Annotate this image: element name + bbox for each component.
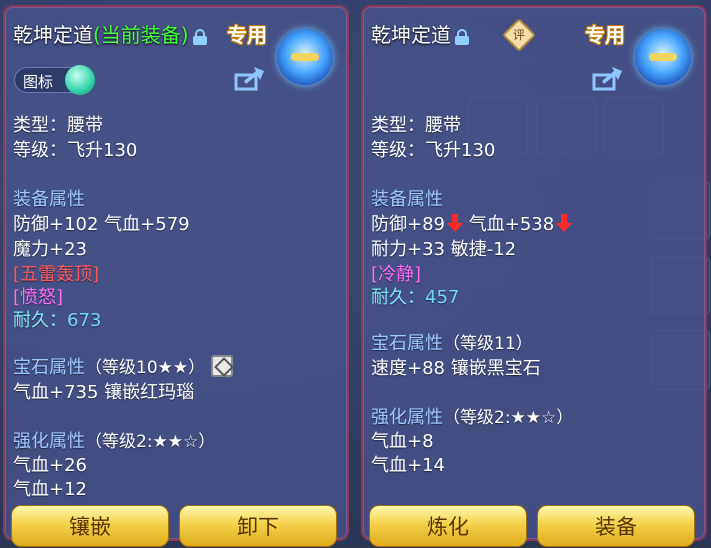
equip-button[interactable]: 装备 bbox=[537, 505, 695, 547]
share-icon[interactable] bbox=[592, 67, 622, 91]
gem-header: 宝石属性（等级10★★） bbox=[13, 353, 234, 379]
attr-line: 防御+102 气血+579 bbox=[13, 214, 190, 235]
gem-level: （等级11） bbox=[443, 334, 533, 354]
attr-value: 防御+89 bbox=[371, 214, 445, 235]
exclusive-label: 专用 bbox=[227, 23, 267, 47]
exclusive-label: 专用 bbox=[585, 23, 625, 47]
compare-item-tooltip: 乾坤定道 评 专用 类型：腰带 等级：飞升130 装备属性 防御+89 气血+5… bbox=[361, 5, 707, 547]
icon-toggle-label: 图标 bbox=[23, 73, 54, 91]
item-type: 类型：腰带 bbox=[371, 115, 461, 136]
lock-icon bbox=[455, 29, 469, 45]
enhance-line: 气血+14 bbox=[371, 455, 445, 476]
item-name: 乾坤定道 bbox=[371, 23, 451, 47]
share-icon[interactable] bbox=[234, 67, 264, 91]
durability: 耐久：457 bbox=[371, 283, 459, 309]
enhance-level: （等级2:★★☆） bbox=[443, 408, 574, 428]
attr-header: 装备属性 bbox=[371, 189, 443, 210]
attr-line: 防御+89 气血+538 bbox=[371, 210, 573, 236]
item-title: 乾坤定道 bbox=[371, 19, 469, 48]
gem-line: 气血+735 镶嵌红玛瑙 bbox=[13, 382, 195, 403]
enhance-header: 强化属性（等级2:★★☆） bbox=[371, 403, 573, 429]
gem-line: 速度+88 镶嵌黑宝石 bbox=[371, 358, 541, 379]
item-title: 乾坤定道(当前装备) bbox=[13, 19, 207, 48]
durability-label: 耐久： bbox=[371, 287, 425, 308]
enhance-line: 气血+12 bbox=[13, 479, 87, 500]
durability: 耐久：673 bbox=[13, 306, 101, 332]
attr-value: 气血+538 bbox=[468, 214, 555, 235]
current-equipped-label: (当前装备) bbox=[93, 23, 189, 47]
attr-line: 耐力+33 敏捷-12 bbox=[371, 239, 517, 260]
toggle-knob bbox=[65, 65, 95, 95]
durability-value: 673 bbox=[67, 310, 102, 331]
lock-icon bbox=[192, 29, 207, 45]
item-level: 等级：飞升130 bbox=[371, 140, 496, 161]
enhance-line: 气血+26 bbox=[13, 455, 87, 476]
inlay-button[interactable]: 镶嵌 bbox=[11, 505, 169, 547]
attr-line: 魔力+23 bbox=[13, 239, 87, 260]
rate-badge-label: 评 bbox=[512, 28, 525, 42]
equipment-emblem-icon bbox=[277, 29, 333, 85]
rate-badge-icon[interactable]: 评 bbox=[502, 18, 536, 52]
attr-header: 装备属性 bbox=[13, 189, 85, 210]
enhance-header: 强化属性（等级2:★★☆） bbox=[13, 427, 215, 453]
enhance-level: （等级2:★★☆） bbox=[85, 432, 216, 452]
enhance-header-label: 强化属性 bbox=[371, 407, 443, 428]
item-level: 等级：飞升130 bbox=[13, 140, 138, 161]
item-name: 乾坤定道 bbox=[13, 23, 93, 47]
equipped-item-tooltip: 乾坤定道(当前装备) 专用 图标 类型：腰带 等级：飞升130 装备属性 防御+… bbox=[3, 5, 349, 547]
arrow-down-icon bbox=[447, 214, 463, 232]
gem-header: 宝石属性（等级11） bbox=[371, 329, 533, 355]
gem-header-label: 宝石属性 bbox=[13, 357, 85, 378]
arrow-down-icon bbox=[556, 214, 573, 232]
icon-toggle[interactable]: 图标 bbox=[14, 65, 95, 95]
unequip-button[interactable]: 卸下 bbox=[179, 505, 337, 547]
item-type: 类型：腰带 bbox=[13, 115, 103, 136]
gem-level: （等级10★★） bbox=[85, 358, 206, 378]
gem-icon bbox=[211, 355, 234, 377]
gem-header-label: 宝石属性 bbox=[371, 333, 443, 354]
equipment-emblem-icon bbox=[635, 29, 691, 85]
durability-value: 457 bbox=[425, 287, 460, 308]
enhance-header-label: 强化属性 bbox=[13, 431, 85, 452]
enhance-line: 气血+8 bbox=[371, 431, 434, 452]
durability-label: 耐久： bbox=[13, 310, 67, 331]
refine-button[interactable]: 炼化 bbox=[369, 505, 527, 547]
